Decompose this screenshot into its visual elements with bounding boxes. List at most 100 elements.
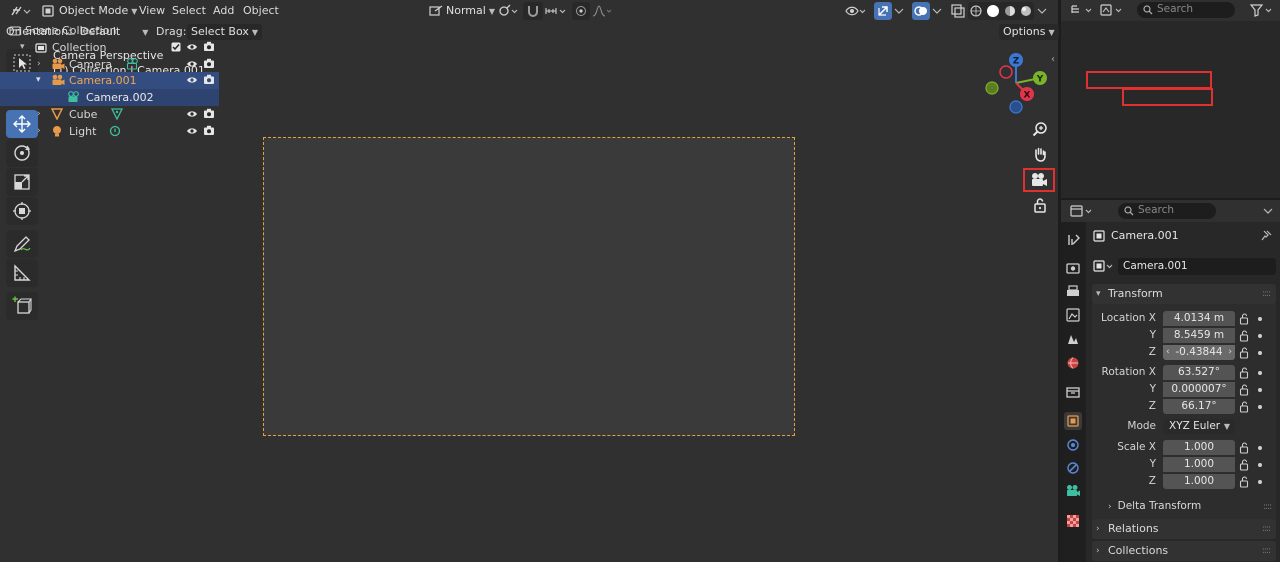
tab-camera-data[interactable] bbox=[1064, 482, 1082, 500]
snap-toggle[interactable] bbox=[523, 2, 543, 20]
rotation-mode-dropdown[interactable]: XYZ Euler ▼ bbox=[1163, 419, 1235, 434]
keyframe-location-y-icon[interactable] bbox=[1258, 334, 1262, 338]
outliner-editor-icon[interactable] bbox=[1069, 3, 1097, 18]
lock-location-y-icon[interactable] bbox=[1239, 330, 1251, 342]
drag-handle-icon[interactable]: :::: bbox=[1262, 541, 1271, 561]
scale-z-field[interactable]: 1.000 bbox=[1163, 474, 1235, 489]
lock-rotation-x-icon[interactable] bbox=[1239, 367, 1251, 379]
keyframe-location-z-icon[interactable] bbox=[1258, 351, 1262, 355]
render-camera-icon[interactable] bbox=[203, 108, 215, 119]
relations-panel-header[interactable]: › Relations :::: bbox=[1092, 519, 1276, 539]
pan-button[interactable] bbox=[1028, 142, 1052, 166]
solid-shading-icon[interactable] bbox=[986, 4, 1000, 18]
tab-world[interactable] bbox=[1064, 354, 1082, 372]
location-z-field[interactable]: ‹ -0.43844 › bbox=[1163, 345, 1235, 360]
outliner-row-camera[interactable]: › Camera bbox=[0, 56, 219, 73]
mode-dropdown[interactable]: Object Mode ▼ bbox=[55, 3, 141, 19]
rotation-y-field[interactable]: 0.000007° bbox=[1163, 382, 1235, 397]
toggle-camera-view-button[interactable] bbox=[1027, 168, 1051, 192]
xray-toggle[interactable] bbox=[949, 2, 967, 20]
expand-arrow-icon[interactable]: › bbox=[37, 123, 41, 140]
scale-y-field[interactable]: 1.000 bbox=[1163, 457, 1235, 472]
pivot-point-button[interactable] bbox=[496, 2, 520, 20]
tab-output[interactable] bbox=[1064, 283, 1082, 301]
annotate-tool[interactable] bbox=[6, 230, 38, 258]
snap-target-button[interactable] bbox=[543, 2, 569, 20]
keyframe-scale-x-icon[interactable] bbox=[1258, 446, 1262, 450]
gizmo-neg-x-axis[interactable] bbox=[999, 65, 1013, 79]
tab-texture[interactable] bbox=[1064, 512, 1082, 530]
object-browse-button[interactable] bbox=[1093, 259, 1117, 275]
location-x-field[interactable]: 4.0134 m bbox=[1163, 311, 1235, 326]
scale-tool[interactable] bbox=[6, 168, 38, 196]
location-y-field[interactable]: 8.5459 m bbox=[1163, 328, 1235, 343]
rotation-x-field[interactable]: 63.527° bbox=[1163, 365, 1235, 380]
visibility-selectability-button[interactable] bbox=[844, 2, 868, 20]
tab-object[interactable] bbox=[1064, 412, 1082, 430]
eye-icon[interactable] bbox=[186, 109, 198, 119]
gizmo-neg-y-axis[interactable] bbox=[985, 81, 999, 95]
menu-view[interactable]: View bbox=[139, 3, 165, 19]
render-camera-icon[interactable] bbox=[203, 41, 215, 52]
drag-handle-icon[interactable]: :::: bbox=[1263, 502, 1272, 512]
properties-search-input[interactable]: Search bbox=[1118, 203, 1216, 219]
rotation-z-field[interactable]: 66.17° bbox=[1163, 399, 1235, 414]
collections-panel-header[interactable]: › Collections :::: bbox=[1092, 541, 1276, 561]
navigation-gizmo[interactable]: Z Y X bbox=[980, 50, 1052, 116]
increment-arrow-icon[interactable]: › bbox=[1228, 345, 1232, 360]
render-camera-icon[interactable] bbox=[203, 58, 215, 69]
menu-select[interactable]: Select bbox=[172, 3, 206, 19]
pin-icon[interactable] bbox=[1260, 230, 1272, 242]
tab-render[interactable] bbox=[1064, 259, 1082, 277]
overlays-toggle[interactable] bbox=[912, 2, 930, 20]
expand-arrow-icon[interactable]: › bbox=[37, 106, 41, 123]
expand-arrow-icon[interactable]: › bbox=[37, 56, 41, 73]
sidebar-toggle-icon[interactable]: ‹ bbox=[1051, 54, 1055, 65]
keyframe-rotation-z-icon[interactable] bbox=[1258, 405, 1262, 409]
chevron-down-icon[interactable] bbox=[1263, 206, 1273, 216]
object-name-input[interactable]: Camera.001 bbox=[1118, 258, 1276, 275]
outliner-row-light[interactable]: › Light bbox=[0, 123, 219, 140]
shading-dropdown[interactable] bbox=[1036, 2, 1048, 20]
render-camera-icon[interactable] bbox=[203, 74, 215, 85]
gizmo-dropdown[interactable] bbox=[893, 2, 905, 20]
keyframe-rotation-y-icon[interactable] bbox=[1258, 388, 1262, 392]
zoom-button[interactable] bbox=[1028, 117, 1052, 141]
render-camera-icon[interactable] bbox=[203, 125, 215, 136]
outliner-row-cube[interactable]: › Cube bbox=[0, 106, 219, 123]
decrement-arrow-icon[interactable]: ‹ bbox=[1166, 345, 1170, 360]
display-mode-icon[interactable] bbox=[1099, 3, 1127, 18]
add-cube-tool[interactable] bbox=[6, 292, 38, 320]
proportional-falloff-button[interactable] bbox=[590, 2, 614, 20]
lock-scale-y-icon[interactable] bbox=[1239, 459, 1251, 471]
tab-scene[interactable] bbox=[1064, 330, 1082, 348]
transform-panel-header[interactable]: ▾ Transform :::: bbox=[1092, 284, 1276, 304]
lock-camera-button[interactable] bbox=[1028, 193, 1052, 217]
keyframe-scale-z-icon[interactable] bbox=[1258, 480, 1262, 484]
scale-x-field[interactable]: 1.000 bbox=[1163, 440, 1235, 455]
options-dropdown[interactable]: Options ▼ bbox=[999, 24, 1059, 40]
outliner-search-input[interactable]: Search bbox=[1137, 2, 1235, 18]
eye-icon[interactable] bbox=[186, 126, 198, 136]
rotate-tool[interactable] bbox=[6, 139, 38, 167]
gizmo-neg-z-axis[interactable] bbox=[1009, 100, 1023, 114]
tab-tool[interactable] bbox=[1064, 231, 1082, 249]
tab-view-layer[interactable] bbox=[1064, 306, 1082, 324]
overlays-dropdown[interactable] bbox=[931, 2, 943, 20]
eye-icon[interactable] bbox=[186, 59, 198, 69]
lock-location-x-icon[interactable] bbox=[1239, 313, 1251, 325]
delta-transform-subpanel[interactable]: › Delta Transform bbox=[1108, 500, 1201, 512]
drag-handle-icon[interactable]: :::: bbox=[1262, 519, 1271, 539]
lock-location-z-icon[interactable] bbox=[1239, 347, 1251, 359]
tab-physics[interactable] bbox=[1064, 436, 1082, 454]
gizmo-toggle[interactable] bbox=[874, 2, 892, 20]
lock-scale-z-icon[interactable] bbox=[1239, 476, 1251, 488]
tab-constraints[interactable] bbox=[1064, 459, 1082, 477]
outliner-row-collection[interactable]: ▾ Collection bbox=[0, 39, 219, 56]
lock-rotation-z-icon[interactable] bbox=[1239, 401, 1251, 413]
lock-rotation-y-icon[interactable] bbox=[1239, 384, 1251, 396]
expand-arrow-icon[interactable]: ▾ bbox=[36, 72, 41, 89]
expand-arrow-icon[interactable]: ▾ bbox=[20, 39, 25, 56]
eye-icon[interactable] bbox=[186, 42, 198, 52]
menu-object[interactable]: Object bbox=[243, 3, 279, 19]
